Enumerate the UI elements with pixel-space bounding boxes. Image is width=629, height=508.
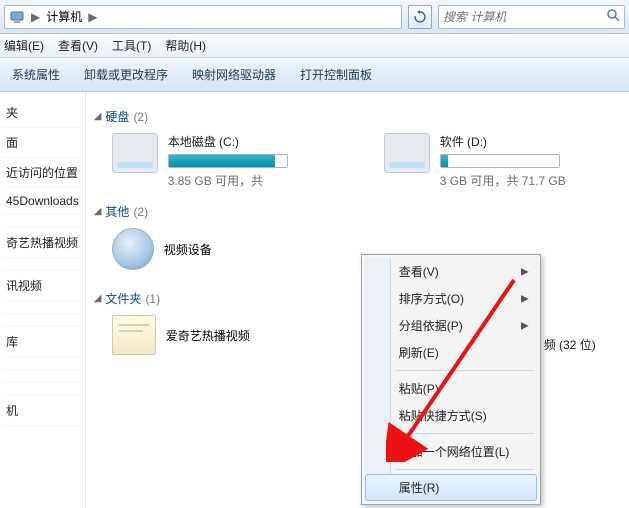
sidebar-item[interactable]: 近访问的位置 <box>2 158 83 188</box>
usage-bar <box>168 154 288 168</box>
submenu-arrow-icon: ▶ <box>521 293 529 304</box>
drive-c[interactable]: 本地磁盘 (C:) 3.85 GB 可用，共 <box>112 133 352 189</box>
ctx-view[interactable]: 查看(V) ▶ <box>365 258 537 285</box>
ctx-separator <box>395 469 534 470</box>
collapse-icon: ◢ <box>94 293 102 304</box>
device-item-right[interactable]: 频 (32 位) <box>544 336 596 353</box>
computer-icon <box>7 7 27 27</box>
drive-free-text: 3 GB 可用，共 71.7 GB <box>440 172 566 189</box>
sidebar-item[interactable]: 机 <box>2 396 83 426</box>
cmd-uninstall[interactable]: 卸载或更改程序 <box>84 66 168 83</box>
folder-name: 爱奇艺热播视频 <box>166 327 250 344</box>
main-area: 夹 面 近访问的位置 45Downloads 奇艺热播视频 讯视频 库 机 ◢ … <box>0 92 629 508</box>
submenu-arrow-icon: ▶ <box>521 266 529 277</box>
group-label: 其他 <box>105 203 129 220</box>
sidebar-item <box>2 314 83 327</box>
sidebar-item <box>2 357 83 370</box>
sidebar-item <box>2 258 83 271</box>
sidebar-item[interactable]: 讯视频 <box>2 271 83 301</box>
ctx-label: 添加一个网络位置(L) <box>399 445 510 459</box>
content-pane[interactable]: ◢ 硬盘 (2) 本地磁盘 (C:) 3.85 GB 可用，共 软件 (D:) … <box>86 92 629 508</box>
group-count: (1) <box>145 292 160 306</box>
group-count: (2) <box>133 110 148 124</box>
group-header-drives[interactable]: ◢ 硬盘 (2) <box>94 108 624 125</box>
cmd-control-panel[interactable]: 打开控制面板 <box>300 66 372 83</box>
drive-name: 软件 (D:) <box>440 133 566 150</box>
menu-view[interactable]: 查看(V) <box>58 37 98 54</box>
sidebar-item <box>2 370 83 383</box>
drive-free-text: 3.85 GB 可用，共 <box>168 172 288 189</box>
ctx-paste[interactable]: 粘贴(P) <box>365 375 537 402</box>
group-label: 文件夹 <box>105 290 141 307</box>
menu-tools[interactable]: 工具(T) <box>112 37 151 54</box>
usage-bar <box>440 154 560 168</box>
search-input[interactable] <box>443 10 606 24</box>
breadcrumb[interactable]: ▶ 计算机 ▶ <box>4 5 402 29</box>
ctx-separator <box>395 370 534 371</box>
menu-help[interactable]: 帮助(H) <box>165 37 206 54</box>
ctx-label: 分组依据(P) <box>399 319 463 333</box>
ctx-separator <box>395 433 534 434</box>
ctx-label: 粘贴快捷方式(S) <box>399 409 487 423</box>
menu-edit[interactable]: 编辑(E) <box>4 37 44 54</box>
collapse-icon: ◢ <box>94 111 102 122</box>
search-icon <box>606 8 620 25</box>
menu-bar: 编辑(E) 查看(V) 工具(T) 帮助(H) <box>0 34 629 58</box>
ctx-sort[interactable]: 排序方式(O) ▶ <box>365 285 537 312</box>
cmd-map-network-drive[interactable]: 映射网络驱动器 <box>192 66 276 83</box>
search-box[interactable] <box>438 5 625 29</box>
sidebar-item[interactable]: 面 <box>2 128 83 158</box>
ctx-paste-shortcut[interactable]: 粘贴快捷方式(S) <box>365 402 537 429</box>
ctx-label: 属性(R) <box>399 481 440 495</box>
refresh-button[interactable] <box>408 5 432 29</box>
ctx-label: 查看(V) <box>399 265 439 279</box>
command-bar: 系统属性 卸载或更改程序 映射网络驱动器 打开控制面板 <box>0 58 629 92</box>
sidebar-item[interactable]: 奇艺热播视频 <box>2 228 83 258</box>
ctx-properties[interactable]: 属性(R) <box>365 474 537 501</box>
sidebar-item[interactable]: 夹 <box>2 98 83 128</box>
ctx-label: 排序方式(O) <box>399 292 464 306</box>
group-count: (2) <box>133 205 148 219</box>
sidebar-item[interactable]: 45Downloads <box>2 188 83 215</box>
submenu-arrow-icon: ▶ <box>521 320 529 331</box>
context-menu: 查看(V) ▶ 排序方式(O) ▶ 分组依据(P) ▶ 刷新(E) 粘贴(P) … <box>361 254 541 505</box>
sidebar-item <box>2 215 83 228</box>
address-bar: ▶ 计算机 ▶ <box>0 0 629 34</box>
file-icon <box>112 315 156 355</box>
ctx-add-network-location[interactable]: 添加一个网络位置(L) <box>365 438 537 465</box>
drive-d[interactable]: 软件 (D:) 3 GB 可用，共 71.7 GB <box>384 133 624 189</box>
group-header-folders[interactable]: ◢ 文件夹 (1) <box>94 290 624 307</box>
hdd-icon <box>384 133 430 173</box>
camera-icon <box>112 228 154 270</box>
ctx-label: 粘贴(P) <box>399 382 439 396</box>
ctx-refresh[interactable]: 刷新(E) <box>365 339 537 366</box>
sidebar-item[interactable]: 库 <box>2 327 83 357</box>
navigation-pane[interactable]: 夹 面 近访问的位置 45Downloads 奇艺热播视频 讯视频 库 机 <box>0 92 86 508</box>
breadcrumb-sep-icon: ▶ <box>84 10 101 24</box>
breadcrumb-sep-icon: ▶ <box>27 10 44 24</box>
ctx-group[interactable]: 分组依据(P) ▶ <box>365 312 537 339</box>
sidebar-item <box>2 301 83 314</box>
breadcrumb-location[interactable]: 计算机 <box>44 8 84 25</box>
collapse-icon: ◢ <box>94 206 102 217</box>
ctx-label: 刷新(E) <box>399 346 439 360</box>
group-header-other[interactable]: ◢ 其他 (2) <box>94 203 624 220</box>
sidebar-item <box>2 383 83 396</box>
cmd-system-properties[interactable]: 系统属性 <box>12 66 60 83</box>
drive-name: 本地磁盘 (C:) <box>168 133 288 150</box>
group-label: 硬盘 <box>105 108 129 125</box>
device-name: 视频设备 <box>164 241 212 258</box>
hdd-icon <box>112 133 158 173</box>
